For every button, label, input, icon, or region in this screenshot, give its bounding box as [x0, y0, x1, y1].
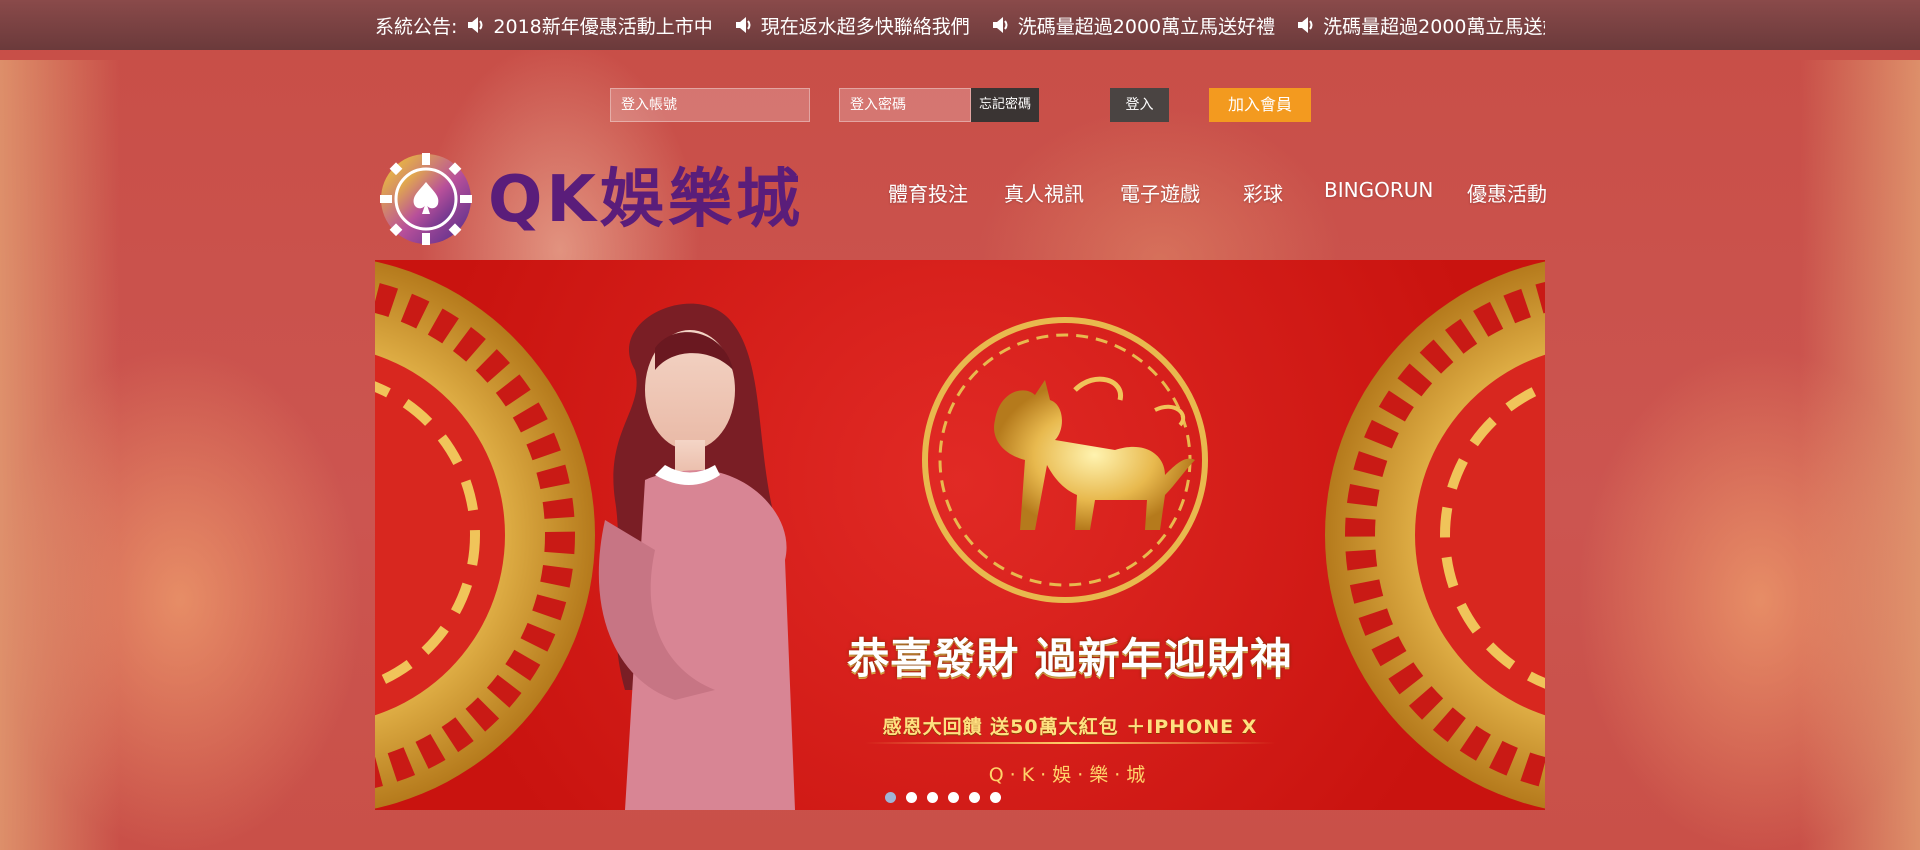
join-member-button[interactable]: 加入會員	[1209, 88, 1311, 122]
announcement-item[interactable]: 洗碼量超過2000萬立馬送好禮	[992, 12, 1275, 39]
speaker-icon	[735, 17, 751, 33]
model-illustration	[598, 303, 795, 810]
banner-subtitle: 感恩大回饋 送50萬大紅包 ＋IPHONE X	[882, 716, 1258, 738]
left-medallion	[375, 261, 595, 809]
nav-item-promotions[interactable]: 優惠活動	[1467, 178, 1547, 207]
announcement-label: 系統公告:	[375, 15, 458, 38]
promo-banner[interactable]: 恭喜發財 過新年迎財神 感恩大回饋 送50萬大紅包 ＋IPHONE X Q·K·…	[375, 260, 1545, 810]
carousel-dot[interactable]	[885, 792, 896, 803]
forgot-password-button[interactable]: 忘記密碼	[971, 88, 1039, 122]
announcement-text: 現在返水超多快聯絡我們	[760, 15, 970, 38]
speaker-icon	[468, 17, 483, 33]
carousel-dot[interactable]	[990, 792, 1001, 803]
speaker-icon	[1298, 17, 1313, 33]
carousel-dot[interactable]	[927, 792, 938, 803]
nav-item-bingorun[interactable]: BINGORUN	[1324, 178, 1433, 202]
password-input[interactable]	[839, 88, 971, 122]
announcement-item[interactable]: 洗碼量超過2000萬立馬送好禮	[1297, 12, 1545, 39]
carousel-dot[interactable]	[948, 792, 959, 803]
carousel-dot[interactable]	[969, 792, 980, 803]
dog-emblem	[922, 317, 1208, 603]
username-input[interactable]	[610, 88, 810, 122]
nav-item-lottery[interactable]: 彩球	[1243, 178, 1283, 207]
speaker-icon	[992, 17, 1008, 33]
carousel-dots	[885, 792, 1001, 803]
login-bar: 忘記密碼 登入 加入會員	[0, 88, 1920, 124]
announcement-item[interactable]: 2018新年優惠活動上市中	[467, 12, 713, 39]
nav-item-sports[interactable]: 體育投注	[888, 178, 968, 207]
banner-brand: Q·K·娛·樂·城	[988, 764, 1152, 786]
nav-item-live-casino[interactable]: 真人視訊	[1004, 178, 1084, 207]
banner-divider	[865, 742, 1275, 744]
banner-title: 恭喜發財 過新年迎財神	[847, 634, 1293, 683]
main-nav: 體育投注 真人視訊 電子遊戲 彩球 BINGORUN 優惠活動	[0, 178, 1920, 218]
announcement-bar: 系統公告: 2018新年優惠活動上市中 現在返水超多快聯絡我們 洗碼量超過200…	[0, 0, 1920, 50]
announcement-text: 洗碼量超過2000萬立馬送好禮	[1017, 15, 1276, 38]
carousel-dot[interactable]	[906, 792, 917, 803]
announcement-text: 2018新年優惠活動上市中	[493, 15, 713, 38]
right-medallion	[1325, 261, 1545, 809]
announcement-item[interactable]: 現在返水超多快聯絡我們	[735, 12, 970, 39]
login-button[interactable]: 登入	[1110, 88, 1169, 122]
nav-item-slots[interactable]: 電子遊戲	[1120, 178, 1200, 207]
announcement-marquee: 系統公告: 2018新年優惠活動上市中 現在返水超多快聯絡我們 洗碼量超過200…	[375, 0, 1545, 50]
announcement-text: 洗碼量超過2000萬立馬送好禮	[1323, 15, 1545, 38]
